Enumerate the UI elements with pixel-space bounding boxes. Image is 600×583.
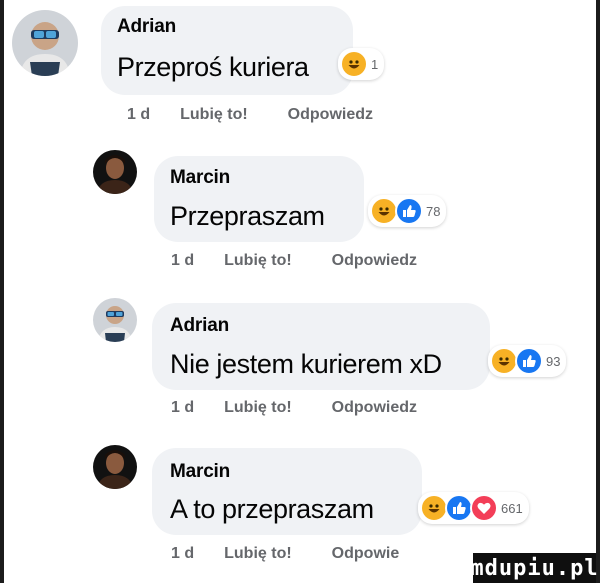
- comment-time[interactable]: 1 d: [171, 252, 194, 269]
- avatar[interactable]: [93, 150, 137, 194]
- reply-link[interactable]: Odpowiedz: [332, 399, 417, 416]
- avatar[interactable]: [12, 10, 78, 76]
- comment-actions: 1 d Lubię to! Odpowie: [171, 545, 429, 563]
- comment-actions: 1 d Lubię to! Odpowiedz: [171, 399, 447, 417]
- reply-link[interactable]: Odpowie: [332, 545, 400, 562]
- like-reaction-icon: [445, 494, 473, 522]
- like-reaction-icon: [395, 197, 423, 225]
- avatar[interactable]: [93, 298, 137, 342]
- watermark-logo: mdupiu.pl: [470, 553, 598, 583]
- haha-reaction-icon: [490, 347, 518, 375]
- comment-author[interactable]: Marcin: [170, 461, 230, 483]
- like-link[interactable]: Lubię to!: [224, 399, 292, 416]
- comment-text: A to przepraszam: [170, 494, 374, 524]
- comment-actions: 1 d Lubię to! Odpowiedz: [171, 252, 447, 270]
- comment-text: Przepraszam: [170, 201, 325, 231]
- like-link[interactable]: Lubię to!: [180, 106, 248, 123]
- reaction-summary[interactable]: 78: [368, 195, 447, 227]
- reaction-count: 1: [371, 56, 379, 72]
- love-reaction-icon: [470, 494, 498, 522]
- comment-time[interactable]: 1 d: [127, 106, 150, 123]
- reply-link[interactable]: Odpowiedz: [288, 106, 373, 123]
- reaction-count: 661: [501, 500, 523, 516]
- comment-time[interactable]: 1 d: [171, 399, 194, 416]
- comment-text: Nie jestem kurierem xD: [170, 349, 442, 379]
- comment-actions: 1 d Lubię to! Odpowiedz: [127, 106, 403, 124]
- reaction-summary[interactable]: 93: [488, 345, 567, 377]
- like-link[interactable]: Lubię to!: [224, 252, 292, 269]
- reply-link[interactable]: Odpowiedz: [332, 252, 417, 269]
- comment-text: Przeproś kuriera: [117, 52, 309, 82]
- comment-author[interactable]: Marcin: [170, 167, 230, 189]
- reaction-summary[interactable]: 661: [418, 492, 529, 524]
- reaction-count: 93: [546, 353, 561, 369]
- like-link[interactable]: Lubię to!: [224, 545, 292, 562]
- haha-reaction-icon: [370, 197, 398, 225]
- reaction-count: 78: [426, 203, 441, 219]
- reaction-summary[interactable]: 1: [338, 48, 385, 80]
- avatar[interactable]: [93, 445, 137, 489]
- haha-reaction-icon: [340, 50, 368, 78]
- like-reaction-icon: [515, 347, 543, 375]
- comment-author[interactable]: Adrian: [117, 16, 176, 38]
- haha-reaction-icon: [420, 494, 448, 522]
- comment-time[interactable]: 1 d: [171, 545, 194, 562]
- comment-author[interactable]: Adrian: [170, 315, 229, 337]
